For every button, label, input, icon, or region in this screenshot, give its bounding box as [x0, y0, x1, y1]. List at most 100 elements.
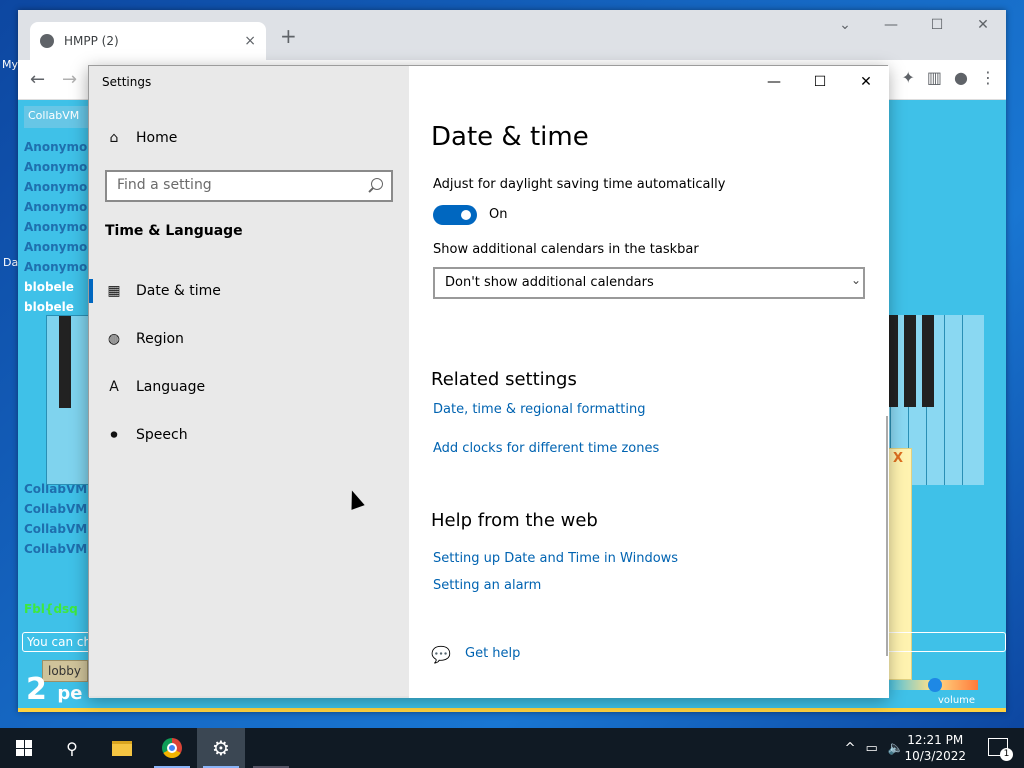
sidepanel-icon[interactable]: ▥: [927, 68, 942, 87]
extensions-icon[interactable]: ✦: [902, 68, 915, 87]
nav-item-label: Region: [136, 331, 184, 347]
folder-icon: [112, 740, 132, 756]
browser-tabbar: HMPP (2) × + ⌄ — ☐ ✕: [18, 10, 1006, 60]
page-bottom-strip: [18, 708, 1006, 712]
link-setting-alarm[interactable]: Setting an alarm: [433, 578, 541, 593]
piano-black-key[interactable]: [904, 315, 916, 407]
dst-toggle[interactable]: [433, 205, 477, 225]
settings-titlebar[interactable]: Settings — ☐ ✕: [89, 66, 889, 98]
settings-content-pane: Date & time Adjust for daylight saving t…: [409, 66, 889, 698]
menu-icon[interactable]: ⋮: [980, 68, 996, 87]
chat-message: Anonymous: [24, 200, 90, 214]
minimize-button[interactable]: —: [751, 66, 797, 98]
nav-item-date-time[interactable]: ▦ Date & time: [89, 271, 409, 311]
piano-key-divider: [962, 315, 963, 485]
related-settings-heading: Related settings: [431, 369, 577, 390]
nav-item-label: Language: [136, 379, 206, 395]
search-placeholder: Find a setting: [117, 177, 212, 193]
section-title: Time & Language: [105, 223, 243, 239]
volume-slider-handle[interactable]: [928, 678, 942, 692]
clock-time: 12:21 PM: [907, 733, 964, 747]
system-tray: ^ ▭ 🔈: [845, 728, 904, 768]
settings-taskbar-button[interactable]: ⚙: [197, 728, 245, 768]
minimize-icon[interactable]: —: [868, 10, 914, 40]
calendar-clock-icon: ▦: [107, 283, 121, 299]
chat-message: Anonymous: [24, 160, 90, 174]
people-text: pe: [57, 683, 83, 704]
tab-close-icon[interactable]: ×: [244, 33, 256, 49]
chevron-down-icon: ⌄: [850, 273, 861, 287]
globe-icon: ◍: [107, 331, 121, 347]
volume-icon[interactable]: 🔈: [888, 741, 904, 756]
piano-black-key[interactable]: [922, 315, 934, 407]
profile-icon[interactable]: ●: [954, 68, 968, 87]
chrome-icon: [162, 738, 182, 758]
gear-icon: ⚙: [212, 736, 230, 760]
close-icon[interactable]: ✕: [960, 10, 1006, 40]
chat-message: Anonymous: [24, 240, 90, 254]
app-taskbar-button[interactable]: [247, 728, 295, 768]
piano-key-divider: [944, 315, 945, 485]
settings-window: ⌂ Home Find a setting Time & Language ▦ …: [88, 65, 889, 698]
network-icon[interactable]: ▭: [866, 741, 878, 756]
new-tab-button[interactable]: +: [280, 24, 297, 48]
chrome-taskbar-button[interactable]: [148, 728, 196, 768]
notification-badge: 1: [1000, 748, 1013, 761]
nav-home[interactable]: ⌂ Home: [89, 118, 409, 158]
taskbar-clock[interactable]: 12:21 PM 10/3/2022: [904, 732, 966, 764]
back-icon[interactable]: ←: [30, 69, 45, 90]
nav-item-language[interactable]: A Language: [89, 367, 409, 407]
chat-message: CollabVM: [24, 542, 88, 556]
chat-message: CollabVM: [24, 502, 88, 516]
search-taskbar-button[interactable]: ⚲: [48, 728, 96, 768]
piano-black-key[interactable]: [59, 316, 71, 408]
popup-close-button[interactable]: X: [893, 451, 903, 466]
people-count: 2: [26, 672, 47, 707]
file-explorer-button[interactable]: [98, 728, 146, 768]
chevron-up-icon[interactable]: ^: [845, 741, 856, 756]
settings-nav-pane: ⌂ Home Find a setting Time & Language ▦ …: [89, 66, 409, 698]
search-input[interactable]: Find a setting: [105, 170, 393, 202]
nav-item-speech[interactable]: ⏺ Speech: [89, 415, 409, 455]
chat-message: Anonymous: [24, 140, 90, 154]
volume-label: volume: [938, 695, 976, 706]
calendars-label: Show additional calendars in the taskbar: [433, 242, 699, 257]
desktop-label: My: [2, 58, 19, 71]
forward-icon[interactable]: →: [62, 69, 77, 90]
browser-toolbar-right: ✦ ▥ ● ⋮: [902, 68, 997, 87]
link-setup-date-time[interactable]: Setting up Date and Time in Windows: [433, 551, 678, 566]
piano-keys-left[interactable]: [46, 315, 90, 485]
scrollbar[interactable]: [886, 416, 888, 656]
search-icon: ⚲: [66, 738, 78, 758]
chat-message: Fbl{dsq: [24, 602, 78, 616]
notification-button[interactable]: 1: [988, 738, 1013, 761]
dst-toggle-state: On: [489, 207, 508, 222]
dst-label: Adjust for daylight saving time automati…: [433, 177, 726, 192]
start-button[interactable]: [0, 728, 48, 768]
maximize-button[interactable]: ☐: [797, 66, 843, 98]
taskbar: ⚲ ⚙ ^ ▭ 🔈 12:21 PM 10/3/2022 1: [0, 728, 1024, 768]
nav-item-label: Speech: [136, 427, 188, 443]
clock-date: 10/3/2022: [904, 749, 966, 763]
nav-item-label: Date & time: [136, 283, 221, 299]
chat-message: blobele: [24, 300, 74, 314]
maximize-icon[interactable]: ☐: [914, 10, 960, 40]
language-icon: A: [109, 379, 119, 395]
search-icon[interactable]: [371, 178, 383, 190]
calendars-dropdown-value: Don't show additional calendars: [445, 275, 654, 290]
calendars-dropdown[interactable]: Don't show additional calendars ⌄: [433, 267, 865, 299]
get-help-link[interactable]: Get help: [465, 646, 520, 661]
tab-search-icon[interactable]: ⌄: [822, 10, 868, 40]
microphone-icon: ⏺: [110, 427, 118, 443]
browser-tab-title: HMPP (2): [64, 34, 119, 48]
chat-message: Anonymous: [24, 220, 90, 234]
link-regional-formatting[interactable]: Date, time & regional formatting: [433, 402, 646, 417]
page-title: Date & time: [431, 122, 589, 152]
browser-tab[interactable]: HMPP (2) ×: [30, 22, 266, 60]
settings-window-title: Settings: [102, 75, 152, 89]
nav-item-region[interactable]: ◍ Region: [89, 319, 409, 359]
nav-home-label: Home: [136, 130, 178, 146]
browser-window-controls: ⌄ — ☐ ✕: [822, 10, 1006, 40]
link-additional-clocks[interactable]: Add clocks for different time zones: [433, 441, 659, 456]
close-button[interactable]: ✕: [843, 66, 889, 98]
